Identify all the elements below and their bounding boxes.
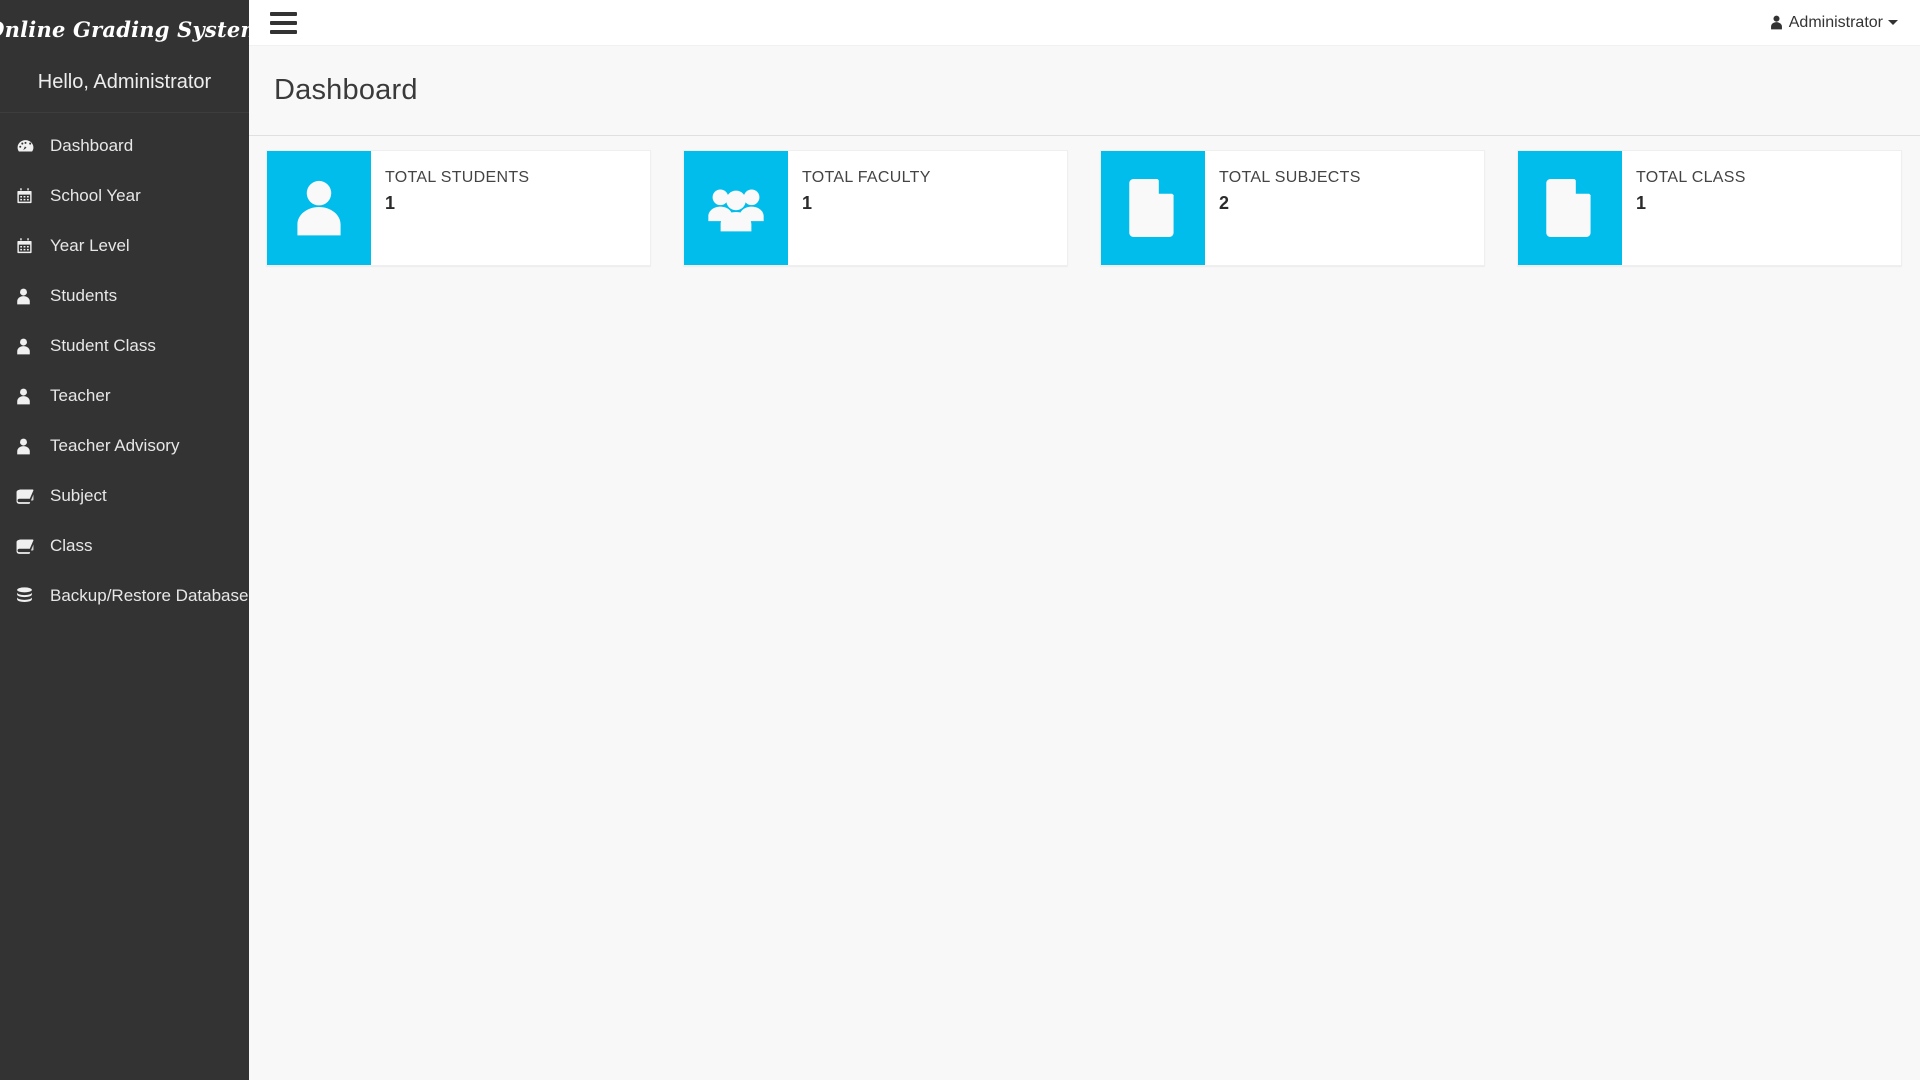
calendar-icon: [16, 237, 42, 255]
book-icon: [16, 488, 42, 505]
dashboard-icon: [16, 137, 42, 156]
sidebar-item-label: Backup/Restore Database: [50, 586, 249, 605]
stat-card-label: TOTAL FACULTY: [802, 169, 931, 186]
page-header: Dashboard: [249, 46, 1920, 136]
sidebar-item-label: Year Level: [50, 236, 130, 255]
stat-card-label: TOTAL STUDENTS: [385, 169, 530, 186]
stat-card-body: TOTAL SUBJECTS 2: [1205, 151, 1484, 265]
sidebar-item-label: Teacher Advisory: [50, 436, 180, 455]
stat-card-total-faculty[interactable]: TOTAL FACULTY 1: [683, 150, 1068, 266]
hamburger-bar: [270, 20, 297, 25]
stat-card-body: TOTAL STUDENTS 1: [371, 151, 650, 265]
stat-card-total-students[interactable]: TOTAL STUDENTS 1: [266, 150, 651, 266]
hamburger-bar: [270, 29, 297, 34]
brand-logo[interactable]: Online Grading System: [0, 0, 263, 58]
sidebar-nav: Dashboard School Year Year Level Student…: [0, 113, 249, 621]
stat-card-total-subjects[interactable]: TOTAL SUBJECTS 2: [1100, 150, 1485, 266]
stat-card-value: 1: [1636, 193, 1647, 214]
stat-card-total-class[interactable]: TOTAL CLASS 1: [1517, 150, 1902, 266]
user-icon: [267, 151, 371, 265]
user-icon: [16, 388, 42, 405]
sidebar-item-label: Student Class: [50, 336, 156, 355]
sidebar: Online Grading System Hello, Administrat…: [0, 0, 263, 1080]
stat-card-label: TOTAL CLASS: [1636, 169, 1746, 186]
hamburger-bar: [270, 11, 297, 16]
sidebar-item-backup-restore-database[interactable]: Backup/Restore Database: [0, 571, 249, 621]
sidebar-item-teacher[interactable]: Teacher: [0, 371, 249, 421]
sidebar-item-dashboard[interactable]: Dashboard: [0, 121, 249, 171]
user-icon: [16, 338, 42, 355]
user-menu-label: Administrator: [1788, 13, 1883, 31]
calendar-icon: [16, 187, 42, 205]
stat-card-value: 2: [1219, 193, 1230, 214]
book-icon: [16, 538, 42, 555]
top-navbar: Administrator: [249, 0, 1920, 46]
app-root: Online Grading System Hello, Administrat…: [0, 0, 1920, 1080]
main-content: TOTAL STUDENTS 1 TOTAL FACULTY 1 TOTAL S…: [249, 137, 1920, 1080]
file-icon: [1518, 151, 1622, 265]
sidebar-item-label: Class: [50, 536, 93, 555]
database-icon: [16, 587, 42, 605]
stat-card-label: TOTAL SUBJECTS: [1219, 169, 1361, 186]
stat-cards-row: TOTAL STUDENTS 1 TOTAL FACULTY 1 TOTAL S…: [266, 150, 1902, 266]
sidebar-item-label: Dashboard: [50, 136, 134, 155]
sidebar-item-student-class[interactable]: Student Class: [0, 321, 249, 371]
caret-down-icon: [1888, 20, 1898, 25]
sidebar-greeting: Hello, Administrator: [0, 58, 249, 112]
sidebar-item-label: Students: [50, 286, 118, 305]
sidebar-item-subject[interactable]: Subject: [0, 471, 249, 521]
brand-title: Online Grading System: [0, 16, 263, 42]
user-icon: [16, 438, 42, 455]
sidebar-item-school-year[interactable]: School Year: [0, 171, 249, 221]
stat-card-value: 1: [385, 193, 396, 214]
sidebar-item-students[interactable]: Students: [0, 271, 249, 321]
page-title: Dashboard: [274, 74, 418, 106]
user-icon: [16, 288, 42, 305]
sidebar-item-label: Subject: [50, 486, 107, 505]
users-group-icon: [684, 151, 788, 265]
hamburger-menu-icon[interactable]: [270, 9, 304, 37]
sidebar-item-year-level[interactable]: Year Level: [0, 221, 249, 271]
file-icon: [1101, 151, 1205, 265]
sidebar-item-class[interactable]: Class: [0, 521, 249, 571]
stat-card-value: 1: [802, 193, 813, 214]
greeting-text: Hello, Administrator: [37, 70, 212, 93]
stat-card-body: TOTAL CLASS 1: [1622, 151, 1901, 265]
stat-card-body: TOTAL FACULTY 1: [788, 151, 1067, 265]
sidebar-item-label: Teacher: [50, 386, 111, 405]
sidebar-item-teacher-advisory[interactable]: Teacher Advisory: [0, 421, 249, 471]
user-menu-dropdown[interactable]: Administrator: [1770, 14, 1898, 32]
sidebar-item-label: School Year: [50, 186, 141, 205]
user-icon: [1770, 15, 1783, 30]
